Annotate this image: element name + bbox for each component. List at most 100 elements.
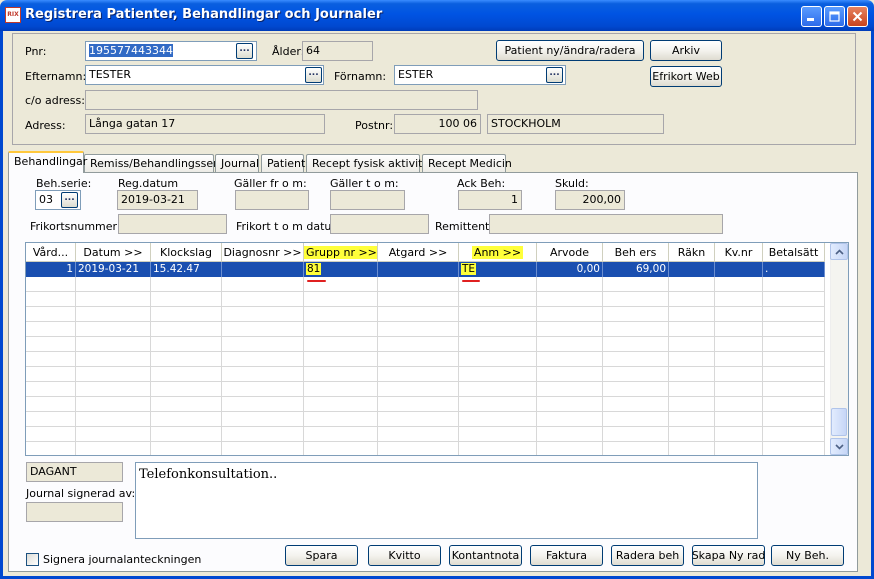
scroll-up-button[interactable] xyxy=(830,243,848,260)
fornamn-browse-button[interactable]: ... xyxy=(546,67,563,83)
kontantnota-button[interactable]: Kontantnota xyxy=(449,545,522,566)
skuld-label: Skuld: xyxy=(555,177,589,190)
efternamn-field[interactable]: TESTER xyxy=(85,65,324,85)
behserie-browse-button[interactable]: ... xyxy=(61,192,78,208)
empty-cell xyxy=(378,412,459,427)
empty-row[interactable] xyxy=(26,337,825,352)
alder-label: Ålder: xyxy=(272,45,305,58)
empty-cell xyxy=(715,277,763,292)
col-vard[interactable]: Vård... xyxy=(26,243,76,262)
empty-cell xyxy=(76,382,151,397)
empty-cell xyxy=(76,277,151,292)
efternamn-browse-button[interactable]: ... xyxy=(305,67,322,83)
empty-cell xyxy=(222,352,304,367)
col-grupp-nr[interactable]: Grupp nr >> xyxy=(304,243,378,262)
empty-row[interactable] xyxy=(26,367,825,382)
skapa-ny-rad-button[interactable]: Skapa Ny rad xyxy=(692,545,765,566)
pnr-field[interactable]: 195577443344 xyxy=(85,41,257,61)
col-beh-ers[interactable]: Beh ers xyxy=(603,243,669,262)
behandlingar-grid[interactable]: Vård... Datum >> Klockslag Diagnosnr >> … xyxy=(25,242,849,456)
empty-cell xyxy=(459,382,537,397)
empty-cell xyxy=(459,427,537,442)
empty-row[interactable] xyxy=(26,397,825,412)
empty-cell xyxy=(763,442,825,455)
tab-remiss[interactable]: Remiss/Behandlingsserie xyxy=(84,154,227,172)
empty-cell xyxy=(537,442,603,455)
efrikort-web-button[interactable]: Efrikort Web xyxy=(650,66,722,87)
col-diagnosnr[interactable]: Diagnosnr >> xyxy=(222,243,304,262)
empty-cell xyxy=(603,367,669,382)
maximize-button[interactable] xyxy=(824,6,845,27)
empty-cell xyxy=(669,322,715,337)
app-icon: RIX xyxy=(5,7,21,23)
empty-cell xyxy=(222,322,304,337)
galler-tom-label: Gäller t o m: xyxy=(330,177,399,190)
signerad-field xyxy=(26,502,123,522)
frikortsnummer-label: Frikortsnummer: xyxy=(30,220,121,233)
arkiv-button[interactable]: Arkiv xyxy=(650,40,722,61)
tab-journal[interactable]: Journal xyxy=(215,154,259,172)
cell-kvnr xyxy=(715,262,763,277)
empty-row[interactable] xyxy=(26,352,825,367)
empty-row[interactable] xyxy=(26,382,825,397)
signera-checkbox[interactable] xyxy=(26,553,39,566)
postnr-field: 100 06 xyxy=(394,114,481,134)
empty-row[interactable] xyxy=(26,442,825,455)
radera-beh-button[interactable]: Radera beh xyxy=(611,545,684,566)
empty-row[interactable] xyxy=(26,307,825,322)
red-underline-grupp xyxy=(307,280,326,282)
minimize-button[interactable] xyxy=(801,6,822,27)
empty-row[interactable] xyxy=(26,427,825,442)
ny-beh-button[interactable]: Ny Beh. xyxy=(771,545,844,566)
empty-cell xyxy=(603,307,669,322)
empty-cell xyxy=(151,277,222,292)
pnr-browse-button[interactable]: ... xyxy=(236,43,253,59)
cell-diagnosnr xyxy=(222,262,304,277)
skuld-field: 200,00 xyxy=(555,190,625,210)
tab-behandlingar[interactable]: Behandlingar xyxy=(8,151,87,173)
tab-recept-fysisk[interactable]: Recept fysisk aktivitet xyxy=(306,154,434,172)
empty-cell xyxy=(76,322,151,337)
col-arvode[interactable]: Arvode xyxy=(537,243,603,262)
empty-cell xyxy=(378,397,459,412)
empty-row[interactable] xyxy=(26,292,825,307)
close-button[interactable] xyxy=(847,6,868,27)
col-anm[interactable]: Anm >> xyxy=(459,243,537,262)
galler-from-field xyxy=(235,190,309,210)
empty-cell xyxy=(669,277,715,292)
scroll-thumb[interactable] xyxy=(831,408,847,436)
spara-button[interactable]: Spara xyxy=(285,545,358,566)
fornamn-field[interactable]: ESTER xyxy=(394,65,566,85)
col-betalsatt[interactable]: Betalsätt xyxy=(763,243,825,262)
col-kvnr[interactable]: Kv.nr xyxy=(715,243,763,262)
empty-row[interactable] xyxy=(26,277,825,292)
tab-recept-medicin[interactable]: Recept Medicin xyxy=(422,154,512,172)
empty-row[interactable] xyxy=(26,322,825,337)
empty-cell xyxy=(76,442,151,455)
empty-cell xyxy=(76,337,151,352)
kvitto-button[interactable]: Kvitto xyxy=(368,545,441,566)
empty-cell xyxy=(378,367,459,382)
empty-cell xyxy=(26,352,76,367)
pnr-value: 195577443344 xyxy=(89,44,173,57)
tab-patient[interactable]: Patient xyxy=(261,154,305,172)
scroll-down-button[interactable] xyxy=(830,438,848,455)
col-atgard[interactable]: Atgard >> xyxy=(378,243,459,262)
journal-textarea[interactable]: Telefonkonsultation.. xyxy=(135,462,758,539)
empty-cell xyxy=(459,367,537,382)
empty-cell xyxy=(459,442,537,455)
signerad-label: Journal signerad av: xyxy=(26,487,136,500)
col-datum[interactable]: Datum >> xyxy=(76,243,151,262)
patient-ny-andra-radera-button[interactable]: Patient ny/ändra/radera xyxy=(496,40,644,61)
table-row[interactable]: 1 2019-03-21 15.42.47 81 TE 0,00 69,00 . xyxy=(26,262,825,277)
empty-row[interactable] xyxy=(26,412,825,427)
col-klockslag[interactable]: Klockslag xyxy=(151,243,222,262)
col-rakn[interactable]: Räkn xyxy=(669,243,715,262)
empty-cell xyxy=(763,322,825,337)
empty-cell xyxy=(378,292,459,307)
empty-cell xyxy=(378,277,459,292)
faktura-button[interactable]: Faktura xyxy=(530,545,603,566)
empty-cell xyxy=(459,412,537,427)
alder-field: 64 xyxy=(302,41,373,61)
remittent-label: Remittent: xyxy=(435,220,494,233)
